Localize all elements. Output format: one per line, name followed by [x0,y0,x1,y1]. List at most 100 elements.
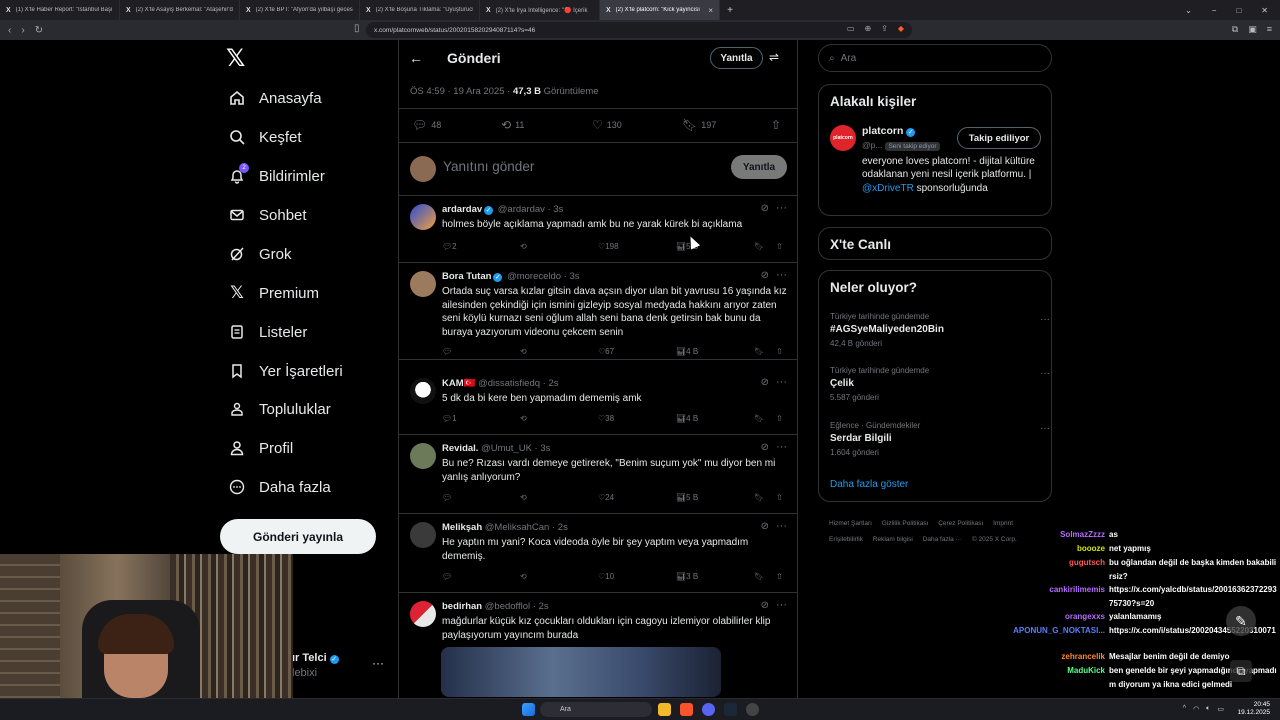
repost-icon[interactable]: ⟲ [520,347,527,356]
sidebar-item-messages[interactable]: Sohbet [228,203,307,227]
bio-link[interactable]: @xDriveTR [862,183,914,194]
browser-tab[interactable]: X (2) X'te BPT: "Afyon'da yılbaşı gecesi [240,0,360,20]
zoom-icon[interactable]: ⊕ [864,24,871,33]
edit-icon[interactable]: ✎ [1226,606,1256,636]
obs-icon[interactable] [746,703,759,716]
footer-link[interactable]: Hizmet Şartları [829,516,872,532]
repost-icon[interactable]: ⟲ [520,572,527,581]
more-icon[interactable]: ··· [1040,368,1050,379]
grok-icon[interactable]: ⊘ [761,442,769,453]
tab-list-icon[interactable]: ⌄ [1185,6,1192,15]
forward-icon[interactable]: › [21,25,24,36]
extensions-icon[interactable]: ⧉ [1232,24,1238,35]
x-logo-icon[interactable]: 𝕏 [226,47,248,71]
bookmark-icon[interactable]: 🔖︎ [754,347,764,356]
sliders-icon[interactable]: ⇌ [769,50,779,64]
steam-icon[interactable] [724,703,737,716]
reply-icon[interactable]: 💬︎ [442,493,452,502]
footer-link[interactable]: Erişilebilirlik [829,532,863,548]
like-action[interactable]: ♡ 198 [598,242,619,251]
chat-username[interactable]: cankirilimemis [1049,583,1105,597]
search-input[interactable]: ⌕ Ara [818,44,1052,72]
reply-submit-button[interactable]: Yanıtla [731,155,787,179]
footer-link[interactable]: Çerez Politikası [938,516,983,532]
back-arrow-icon[interactable]: ← [409,50,423,66]
reply-icon[interactable]: 💬︎ [442,572,452,581]
browser-tab[interactable]: X (2) X'te Irya Intelligence: "🔴 İçerik [480,0,600,20]
grok-icon[interactable]: ⊘ [761,600,769,611]
reply-item[interactable]: Revidal. @Umut_UK · 3s ⊘ ··· Bu ne? Rızas… [399,435,797,514]
reply-item[interactable]: Melikşah @MeliksahCan · 2s ⊘ ··· He yaptı… [399,514,797,593]
grok-icon[interactable]: ⊘ [761,377,769,388]
grok-icon[interactable]: ⊘ [761,521,769,532]
trend-item[interactable]: Türkiye tarihinde gündemde Çelik 5.587 g… [830,366,1050,402]
share-icon[interactable]: ⇧ [776,493,783,502]
grok-icon[interactable]: ⊘ [761,270,769,281]
more-icon[interactable]: ··· [776,269,787,281]
like-action[interactable]: ♡ 10 [598,572,614,581]
browser-tab[interactable]: X (2) X'te Asayiş Berkemal: "Ataşehir'd [120,0,240,20]
bookmark-action[interactable]: 🔖︎ 197 [682,118,716,132]
show-more-link[interactable]: Daha fazla göster [830,479,908,490]
windows-start-icon[interactable] [522,703,535,716]
volume-icon[interactable]: 🔈︎ [1206,705,1210,713]
bookmark-icon[interactable]: 🔖︎ [754,572,764,581]
sidebar-item-profile[interactable]: Profil [228,436,293,460]
brave-shield-icon[interactable]: ◆ [898,24,904,33]
account-more-icon[interactable]: ··· [372,656,384,670]
views-action[interactable]: 📊︎ 5 B [676,242,698,251]
wifi-icon[interactable]: ◠ [1193,705,1199,713]
share-icon[interactable]: ⇧ [776,347,783,356]
more-icon[interactable]: ··· [776,202,787,214]
like-action[interactable]: ♡ 130 [592,118,622,132]
sidebar-item-premium[interactable]: 𝕏 Premium [228,281,319,305]
more-icon[interactable]: ··· [776,599,787,611]
sidebar-item-explore[interactable]: Keşfet [228,125,302,149]
reload-icon[interactable]: ↻ [35,25,43,36]
taskbar-search[interactable]: Ara [540,702,652,717]
trend-item[interactable]: Eğlence · Gündemdekiler Serdar Bilgili 1… [830,421,1050,457]
menu-icon[interactable]: ≡ [1267,24,1272,35]
share-icon[interactable]: ⇧ [776,414,783,423]
more-icon[interactable]: ··· [776,441,787,453]
bookmark-page-icon[interactable]: ▯ [354,23,360,34]
views-action[interactable]: 📊︎ 4 B [676,347,698,356]
address-bar[interactable]: x.com/platcornweb/status/200201582029408… [366,22,912,38]
footer-link[interactable]: Reklam bilgisi [873,532,913,548]
more-icon[interactable]: ··· [776,376,787,388]
reply-action[interactable]: 💬︎ 2 [442,242,457,251]
repost-icon[interactable]: ⟲ [520,414,527,423]
repost-action[interactable]: ⟲ 11 [501,118,524,132]
reply-item[interactable]: Bora Tutan ✓ @moreceldo · 3s ⊘ ··· Ortada … [399,263,797,360]
wallet-icon[interactable]: ▣ [1248,24,1257,35]
share-icon[interactable]: ⇧ [776,572,783,581]
share-icon[interactable]: ⇧ [776,242,783,251]
file-explorer-icon[interactable] [658,703,671,716]
grok-icon[interactable]: ⊘ [761,203,769,214]
x-live-card[interactable]: X'te Canlı [818,227,1052,260]
chat-username[interactable]: APONUN_G_NOKTASI... [1013,624,1105,638]
brave-browser-icon[interactable] [680,703,693,716]
reply-action[interactable]: 💬︎ 48 [412,118,441,132]
chat-username[interactable]: boooze [1077,542,1105,556]
like-action[interactable]: ♡ 67 [598,347,614,356]
views-action[interactable]: 📊︎ 3 B [676,572,698,581]
trend-item[interactable]: Türkiye tarihinde gündemde #AGSyeMaliyed… [830,312,1050,348]
bookmark-icon[interactable]: 🔖︎ [754,414,764,423]
discord-icon[interactable] [702,703,715,716]
profile-name[interactable]: platcorn ✓ [862,125,916,137]
tab-close-icon[interactable]: × [708,6,713,15]
bookmark-icon[interactable]: 🔖︎ [754,493,764,502]
chat-username[interactable]: gugutsch [1069,556,1105,570]
browser-tab-active[interactable]: X (2) X'te platcorn: "Kick yayıncısı × [600,0,720,20]
footer-link[interactable]: Gizlilik Politikası [882,516,929,532]
reply-button-header[interactable]: Yanıtla [710,47,763,69]
share-icon[interactable]: ⇪ [881,24,888,33]
battery-icon[interactable]: ▭ [1217,705,1224,713]
minimize-icon[interactable]: − [1212,6,1217,15]
reply-action[interactable]: 💬︎ 1 [442,414,457,423]
browser-tab[interactable]: X (2) X'te Boşuna Tıklama: "Uyuşturucu [360,0,480,20]
more-icon[interactable]: ··· [1040,423,1050,434]
sidebar-item-communities[interactable]: Topluluklar [228,397,331,421]
sidebar-item-more[interactable]: Daha fazla [228,475,331,499]
